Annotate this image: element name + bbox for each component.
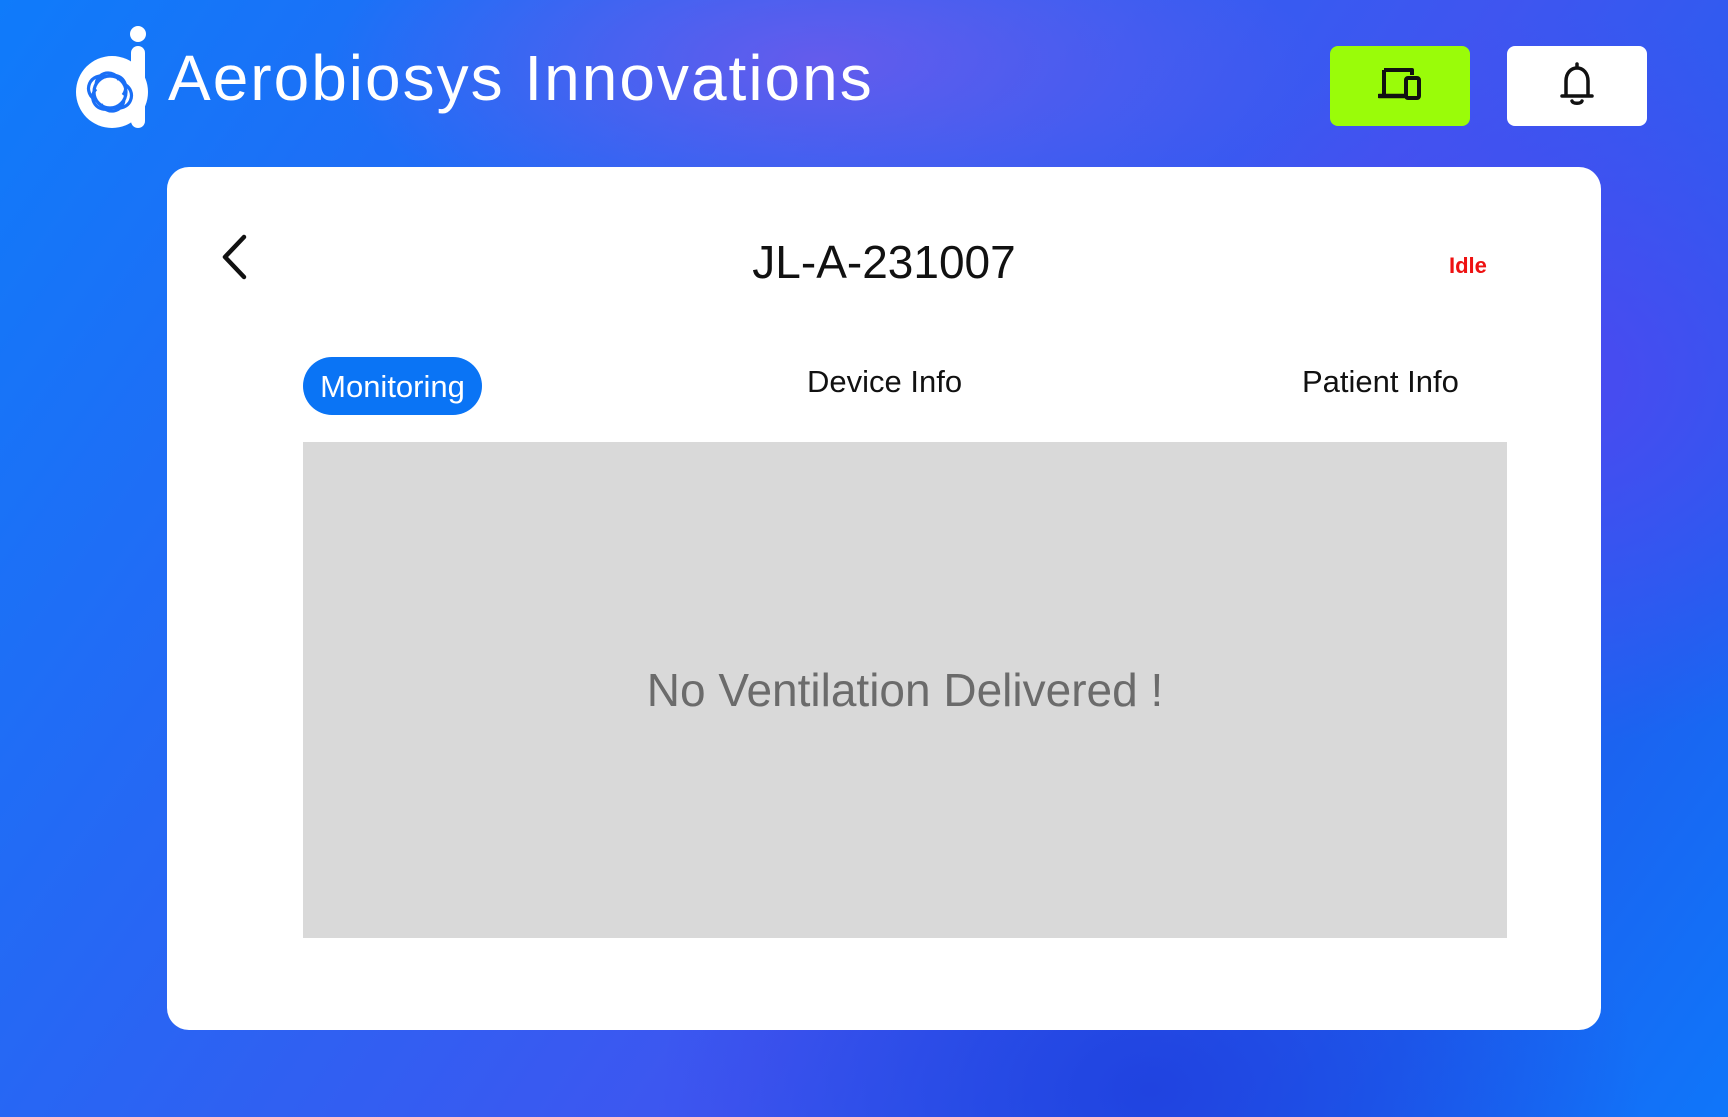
devices-button[interactable] bbox=[1330, 46, 1470, 126]
brand: Aerobiosys Innovations bbox=[74, 24, 874, 128]
device-card: JL-A-231007 Idle Monitoring Device Info … bbox=[167, 167, 1601, 1030]
tab-monitoring[interactable]: Monitoring bbox=[303, 357, 482, 415]
tab-device-info[interactable]: Device Info bbox=[807, 366, 962, 397]
no-ventilation-message: No Ventilation Delivered ! bbox=[646, 664, 1164, 716]
brand-name: Aerobiosys Innovations bbox=[168, 42, 874, 114]
status-badge: Idle bbox=[1449, 253, 1487, 278]
notifications-button[interactable] bbox=[1507, 46, 1647, 126]
tab-patient-info[interactable]: Patient Info bbox=[1302, 366, 1459, 397]
device-id-title: JL-A-231007 bbox=[752, 236, 1016, 288]
aerobiosys-logo-icon bbox=[74, 24, 154, 128]
monitoring-panel: No Ventilation Delivered ! bbox=[303, 442, 1507, 938]
bell-icon bbox=[1559, 61, 1595, 111]
devices-icon bbox=[1376, 66, 1422, 107]
